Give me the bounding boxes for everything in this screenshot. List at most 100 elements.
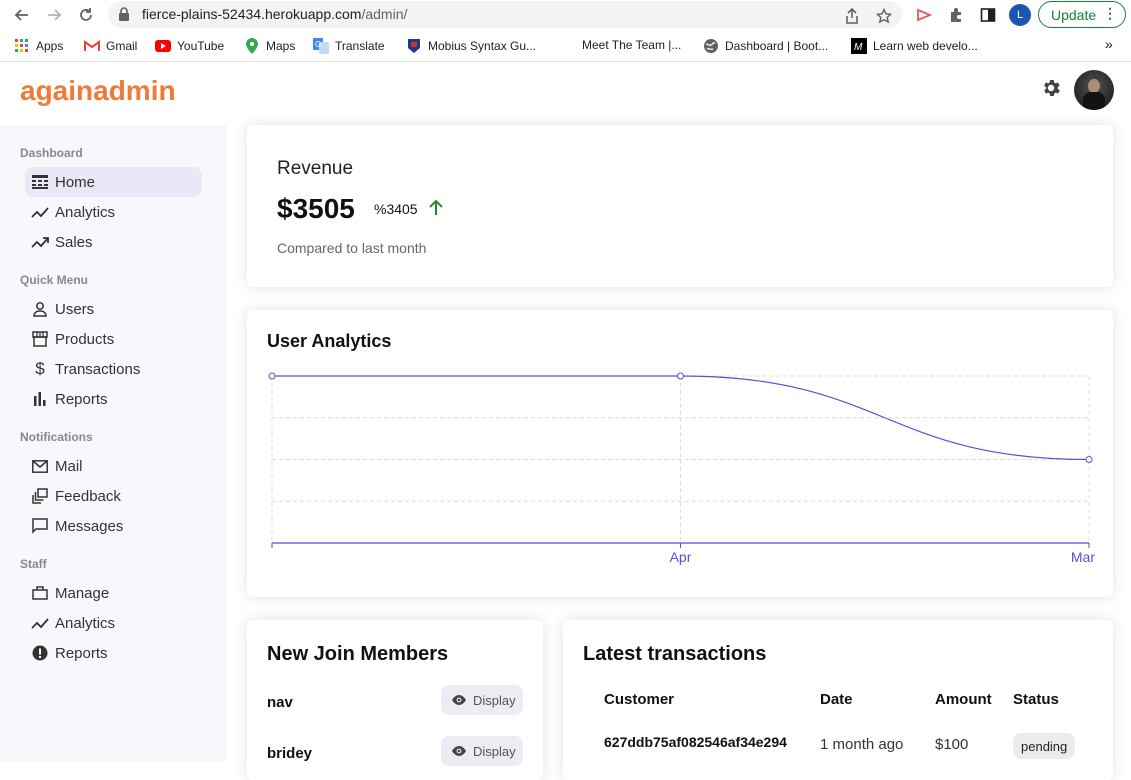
trending-up-icon <box>31 233 49 251</box>
address-bar[interactable]: fierce-plains-52434.herokuapp.com/admin/ <box>108 1 902 28</box>
trending-line-icon <box>31 203 49 221</box>
profile-avatar[interactable]: L <box>1009 4 1031 26</box>
gear-icon[interactable] <box>1040 77 1064 101</box>
sidebar-item-transactions[interactable]: $ Transactions <box>25 354 202 384</box>
bookmark-youtube[interactable]: YouTube <box>155 38 224 54</box>
sidebar-item-analytics[interactable]: Analytics <box>25 197 202 227</box>
display-button[interactable]: Display <box>441 685 523 715</box>
bookmark-translate[interactable]: G Translate <box>313 38 385 54</box>
revenue-rate: %3405 <box>374 201 418 217</box>
app-topbar: againadmin <box>0 63 1131 125</box>
sidebar-item-label: Analytics <box>55 203 116 221</box>
dollar-icon: $ <box>35 359 45 378</box>
globe-icon <box>703 38 719 54</box>
sidebar-item-label: Users <box>55 300 95 318</box>
bookmark-label: Translate <box>335 39 385 53</box>
storefront-icon <box>31 330 49 348</box>
maps-icon <box>244 38 260 54</box>
table-icon <box>31 173 49 191</box>
sidebar-item-label: Feedback <box>55 487 121 505</box>
sidebar-item-manage[interactable]: Manage <box>25 578 202 608</box>
eye-icon <box>451 692 467 708</box>
x-tick-label: Mar <box>1071 549 1095 565</box>
sidebar-item-reports[interactable]: Reports <box>25 384 202 414</box>
sidebar-item-staff-analytics[interactable]: Analytics <box>25 608 202 638</box>
user-analytics-card: User Analytics Apr Mar <box>247 310 1113 597</box>
bookmark-dashboard[interactable]: Dashboard | Boot... <box>703 38 828 54</box>
display-button[interactable]: Display <box>441 736 523 766</box>
display-label: Display <box>473 743 516 759</box>
sidebar-item-label: Mail <box>55 457 83 475</box>
more-bookmarks-button[interactable]: » <box>1105 36 1113 52</box>
app-logo[interactable]: againadmin <box>20 75 176 107</box>
error-report-icon <box>31 644 49 662</box>
sidebar-item-messages[interactable]: Messages <box>25 511 202 541</box>
sidebar-item-products[interactable]: Products <box>25 324 202 354</box>
revenue-subtitle: Compared to last month <box>277 240 427 256</box>
update-label: Update <box>1051 6 1097 23</box>
bookmark-label: Maps <box>266 39 296 53</box>
member-name: bridey <box>267 745 313 762</box>
column-header-date: Date <box>820 691 853 708</box>
data-point <box>268 372 276 380</box>
revenue-title: Revenue <box>277 158 354 179</box>
sidebar-item-feedback[interactable]: Feedback <box>25 481 202 511</box>
bookmark-label: Apps <box>36 39 64 53</box>
back-icon[interactable] <box>12 5 32 25</box>
eye-icon <box>451 743 467 759</box>
apps-grid-icon <box>14 38 30 54</box>
revenue-amount: $3505 <box>277 193 355 224</box>
sidebar-item-label: Messages <box>55 517 124 535</box>
members-title: New Join Members <box>267 643 449 665</box>
sidebar-item-staff-reports[interactable]: Reports <box>25 638 202 668</box>
star-icon[interactable] <box>874 6 894 26</box>
mail-icon <box>31 457 49 475</box>
sidebar-item-label: Home <box>55 173 96 191</box>
chat-bubble-icon <box>31 517 49 535</box>
sidebar-item-mail[interactable]: Mail <box>25 451 202 481</box>
latest-transactions-card: Latest transactions Customer Date Amount… <box>563 620 1113 780</box>
sidebar-item-label: Products <box>55 330 115 348</box>
status-badge: pending <box>1013 733 1076 759</box>
share-icon[interactable] <box>842 6 862 26</box>
sidebar-item-sales[interactable]: Sales <box>25 227 202 257</box>
member-name: nav <box>267 694 293 711</box>
main-content: Revenue $3505 %3405 Compared to last mon… <box>227 125 1131 780</box>
column-header-amount: Amount <box>935 691 992 708</box>
lock-icon <box>118 7 130 26</box>
bookmark-maps[interactable]: Maps <box>244 38 295 54</box>
sidebar-section-notifications: Notifications <box>20 430 93 444</box>
bookmark-label: Meet The Team |... <box>582 38 682 52</box>
bookmark-mdn[interactable]: M Learn web develo... <box>851 38 978 54</box>
x-tick-label: Apr <box>670 549 692 565</box>
bookmark-apps[interactable]: Apps <box>14 38 63 54</box>
sidebar-item-home[interactable]: Home <box>25 167 202 197</box>
user-analytics-chart: Apr Mar <box>268 372 1095 565</box>
more-vert-icon: ⋮ <box>1103 5 1117 21</box>
extension-red-icon[interactable] <box>914 5 934 25</box>
svg-text:G: G <box>315 40 321 49</box>
bookmark-label: Learn web develo... <box>873 39 978 53</box>
mobius-icon <box>406 38 422 54</box>
display-label: Display <box>473 692 516 708</box>
briefcase-icon <box>31 584 49 602</box>
arrow-up-icon <box>427 199 445 217</box>
sidebar-item-users[interactable]: Users <box>25 294 202 324</box>
data-point <box>677 372 684 380</box>
transaction-amount: $100 <box>935 736 969 753</box>
gmail-icon <box>84 38 100 54</box>
sidepanel-icon[interactable] <box>978 5 998 25</box>
bookmark-mobius[interactable]: Mobius Syntax Gu... <box>406 38 536 54</box>
update-button[interactable]: Update ⋮ <box>1038 1 1126 28</box>
bookmark-label: YouTube <box>177 39 225 53</box>
forward-icon[interactable] <box>44 5 64 25</box>
reload-icon[interactable] <box>76 5 96 25</box>
bookmark-meet-team[interactable]: Meet The Team |... <box>582 38 681 52</box>
puzzle-icon[interactable] <box>946 5 966 25</box>
user-avatar[interactable] <box>1074 70 1114 110</box>
sidebar-item-label: Reports <box>55 644 108 662</box>
revenue-card: Revenue $3505 %3405 Compared to last mon… <box>247 125 1113 287</box>
bookmark-gmail[interactable]: Gmail <box>84 38 137 54</box>
dynamic-feed-icon <box>31 487 49 505</box>
translate-icon: G <box>313 38 329 54</box>
